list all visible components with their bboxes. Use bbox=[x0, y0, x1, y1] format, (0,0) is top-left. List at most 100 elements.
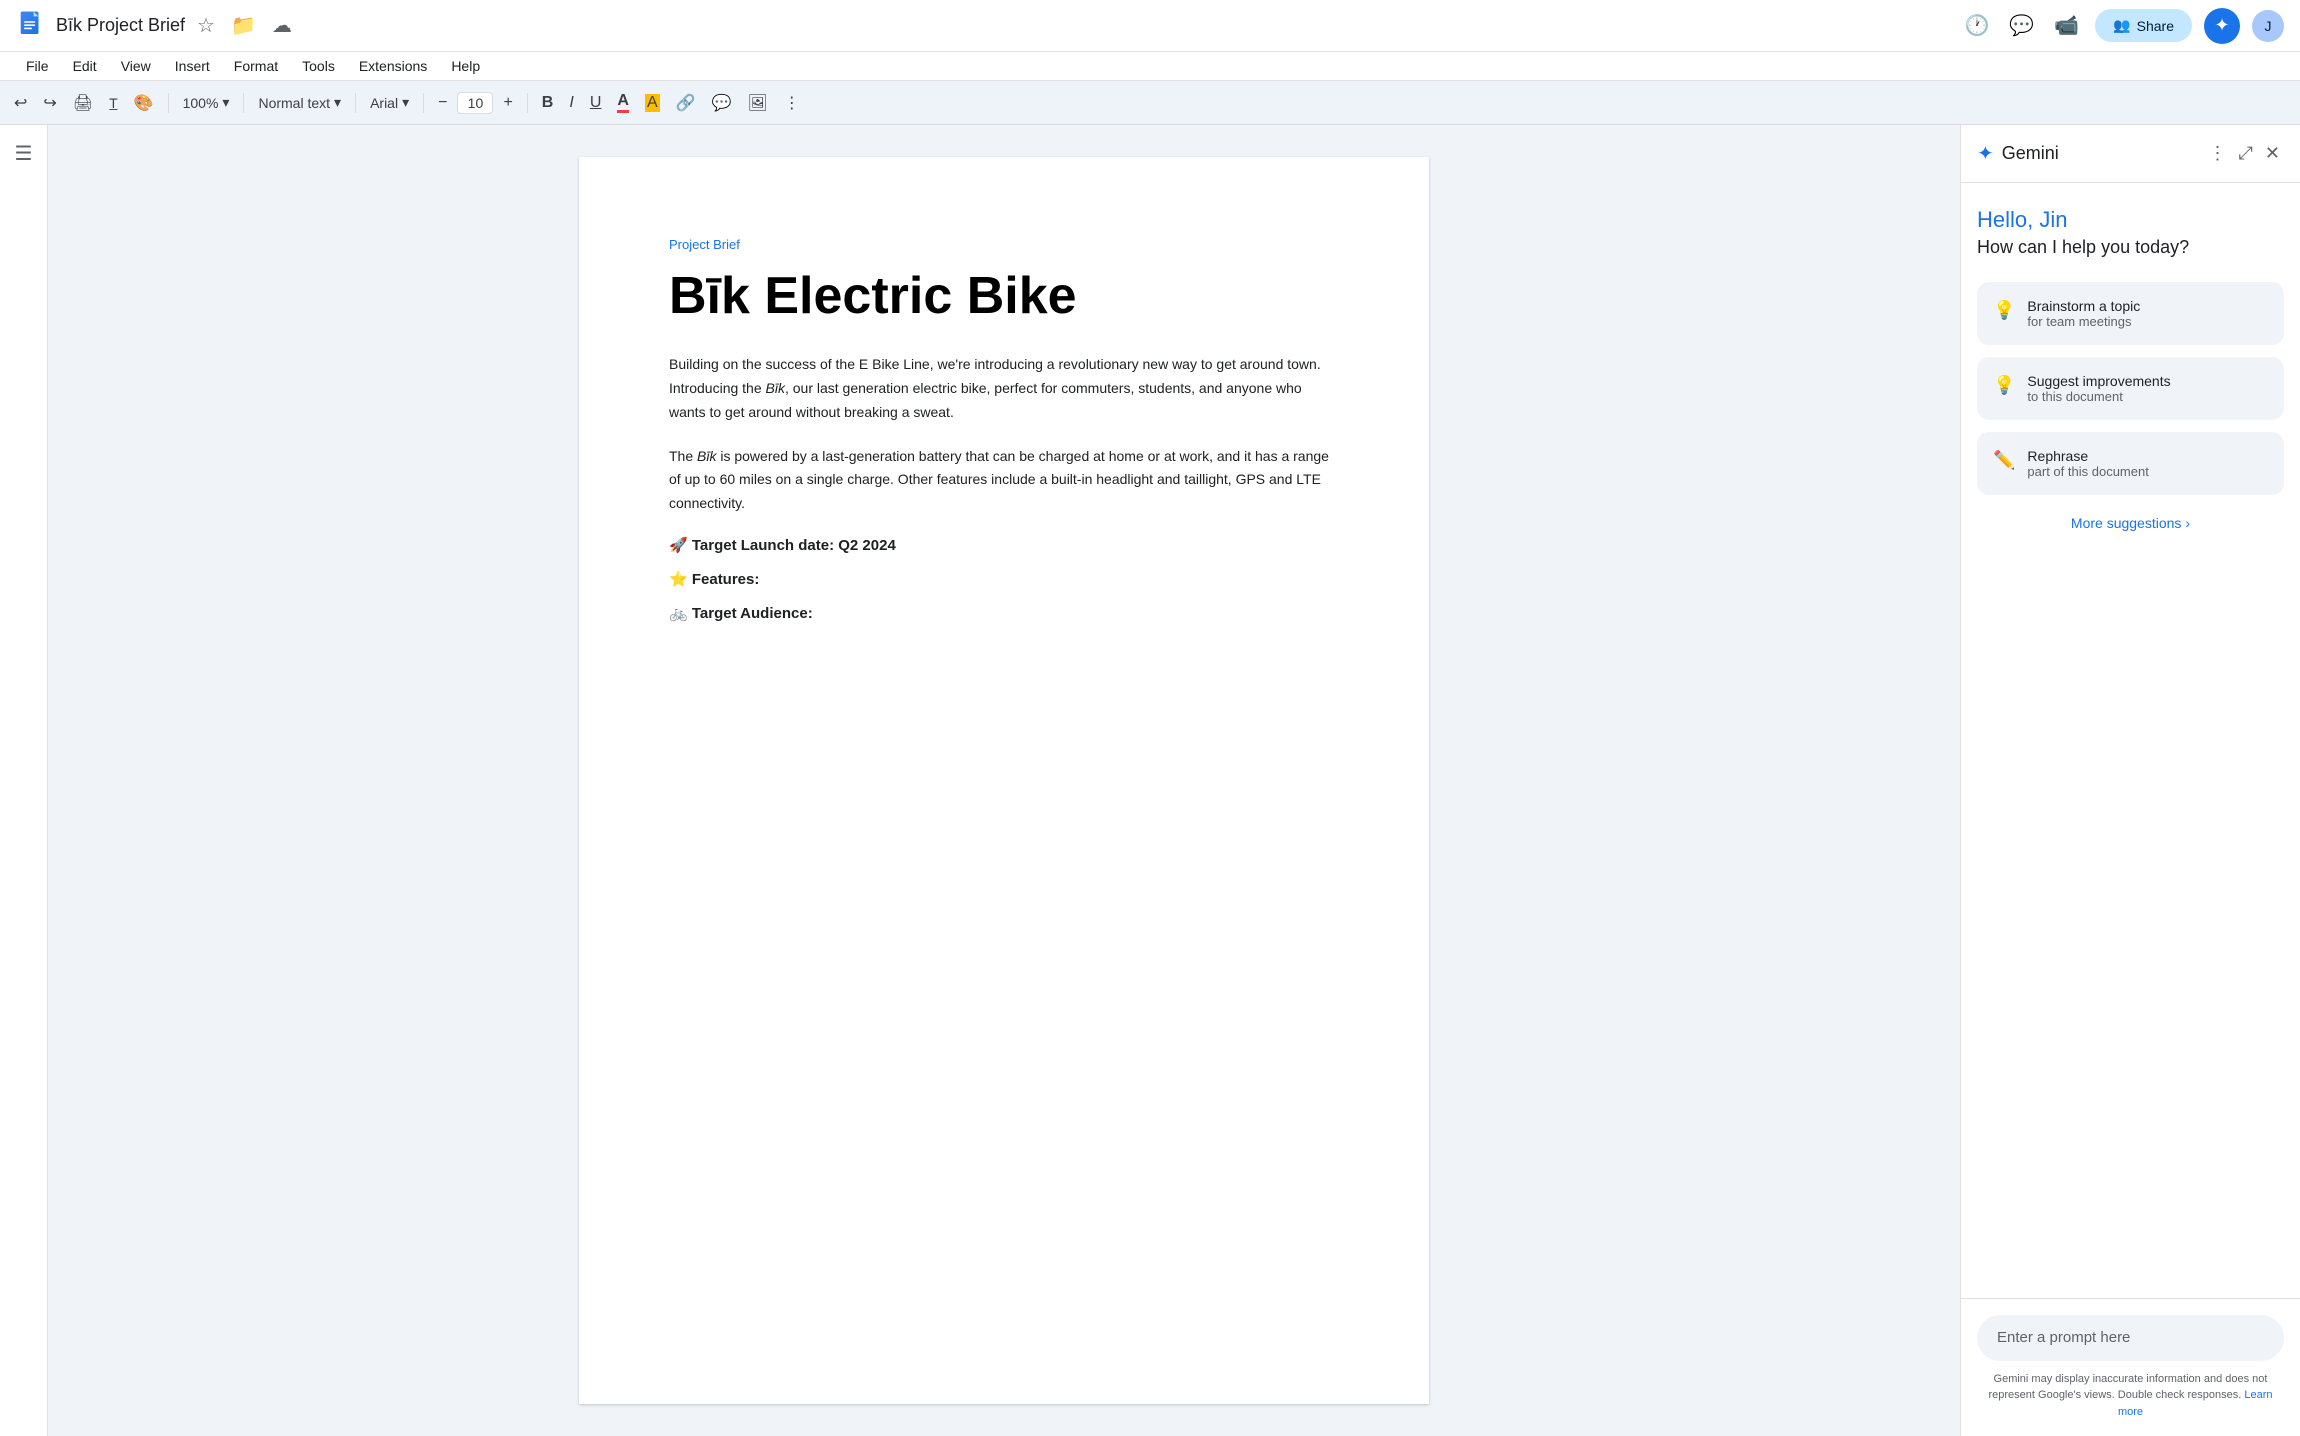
style-arrow: ▾ bbox=[334, 94, 341, 111]
gemini-more-button[interactable]: ⋮ bbox=[2205, 139, 2231, 168]
gemini-subtitle: How can I help you today? bbox=[1977, 237, 2284, 258]
comment-button[interactable]: 💬 bbox=[2005, 9, 2038, 42]
suggestion-brainstorm[interactable]: 💡 Brainstorm a topic for team meetings bbox=[1977, 282, 2284, 345]
document-title: Bīk Project Brief bbox=[56, 15, 185, 36]
menu-view[interactable]: View bbox=[111, 54, 161, 78]
menu-bar: File Edit View Insert Format Tools Exten… bbox=[0, 52, 2300, 81]
print-button[interactable]: 🖨 bbox=[67, 89, 99, 117]
gemini-title-group: ✦ Gemini bbox=[1977, 141, 2059, 166]
project-brief-label: Project Brief bbox=[669, 237, 1339, 252]
gemini-input-area: Enter a prompt here Gemini may display i… bbox=[1961, 1298, 2300, 1436]
more-suggestions-button[interactable]: More suggestions › bbox=[1977, 507, 2284, 539]
menu-tools[interactable]: Tools bbox=[292, 54, 345, 78]
gemini-logo-icon: ✦ bbox=[1977, 141, 1994, 166]
brainstorm-sub: for team meetings bbox=[2027, 314, 2140, 329]
gemini-panel-title: Gemini bbox=[2002, 143, 2059, 164]
font-arrow: ▾ bbox=[402, 94, 409, 111]
outline-toggle[interactable]: ☰ bbox=[15, 141, 33, 166]
more-suggestions-arrow: › bbox=[2185, 515, 2190, 531]
gemini-header-actions: ⋮ ⤢ ✕ bbox=[2205, 139, 2285, 168]
menu-format[interactable]: Format bbox=[224, 54, 288, 78]
italic-button[interactable]: I bbox=[563, 90, 579, 116]
rephrase-main: Rephrase bbox=[2027, 448, 2148, 464]
avatar[interactable]: J bbox=[2252, 10, 2284, 42]
doc-paragraph-2: The Bīk is powered by a last-generation … bbox=[669, 445, 1339, 516]
bold-button[interactable]: B bbox=[536, 90, 560, 116]
cloud-button[interactable]: ☁ bbox=[268, 9, 296, 42]
font-select[interactable]: Arial ▾ bbox=[364, 91, 415, 114]
paint-format-button[interactable]: 🎨 bbox=[128, 89, 160, 117]
font-size-increase-button[interactable]: + bbox=[497, 90, 518, 116]
star-button[interactable]: ☆ bbox=[193, 9, 219, 42]
gemini-close-button[interactable]: ✕ bbox=[2261, 139, 2284, 168]
highlight-icon: A bbox=[645, 94, 660, 112]
brainstorm-icon: 💡 bbox=[1993, 300, 2015, 321]
doc-title-main: Bīk Electric Bike bbox=[669, 268, 1339, 325]
history-button[interactable]: 🕐 bbox=[1960, 9, 1993, 42]
gemini-greeting: Hello, Jin bbox=[1977, 207, 2284, 233]
font-size-display[interactable]: 10 bbox=[457, 92, 493, 114]
font-size-decrease-button[interactable]: − bbox=[432, 90, 453, 116]
gemini-button[interactable]: ✦ bbox=[2204, 8, 2240, 44]
separator-3 bbox=[355, 93, 356, 113]
brainstorm-main: Brainstorm a topic bbox=[2027, 298, 2140, 314]
image-button[interactable]: 🖼 bbox=[741, 89, 773, 117]
underline-button[interactable]: U bbox=[584, 90, 608, 116]
menu-extensions[interactable]: Extensions bbox=[349, 54, 437, 78]
zoom-arrow: ▾ bbox=[222, 94, 229, 111]
gemini-input-box[interactable]: Enter a prompt here bbox=[1977, 1315, 2284, 1361]
doc-area: Project Brief Bīk Electric Bike Building… bbox=[48, 125, 1960, 1436]
more-button[interactable]: ⋮ bbox=[778, 89, 806, 117]
suggestion-rephrase[interactable]: ✏️ Rephrase part of this document bbox=[1977, 432, 2284, 495]
share-icon: 👥 bbox=[2113, 17, 2130, 34]
undo-button[interactable]: ↩ bbox=[8, 89, 33, 117]
comment-button[interactable]: 💬 bbox=[706, 89, 738, 117]
audience-section: 🚲 Target Audience: bbox=[669, 604, 1339, 622]
doc-page: Project Brief Bīk Electric Bike Building… bbox=[579, 157, 1429, 1404]
share-label: Share bbox=[2137, 18, 2174, 34]
gemini-expand-button[interactable]: ⤢ bbox=[2235, 139, 2257, 168]
style-value: Normal text bbox=[258, 95, 330, 111]
redo-button[interactable]: ↪ bbox=[37, 89, 62, 117]
gemini-disclaimer: Gemini may display inaccurate informatio… bbox=[1977, 1371, 2284, 1421]
docs-icon bbox=[16, 10, 48, 42]
title-bar-right: 🕐 💬 📹 👥 Share ✦ J bbox=[1960, 8, 2284, 44]
gemini-header: ✦ Gemini ⋮ ⤢ ✕ bbox=[1961, 125, 2300, 183]
menu-file[interactable]: File bbox=[16, 54, 59, 78]
link-button[interactable]: 🔗 bbox=[670, 89, 702, 117]
more-suggestions-label: More suggestions bbox=[2071, 515, 2182, 531]
menu-help[interactable]: Help bbox=[441, 54, 490, 78]
separator-4 bbox=[423, 93, 424, 113]
highlight-button[interactable]: A bbox=[639, 90, 666, 116]
gemini-disclaimer-text: Gemini may display inaccurate informatio… bbox=[1989, 1373, 2268, 1402]
main-area: ☰ Project Brief Bīk Electric Bike Buildi… bbox=[0, 125, 2300, 1436]
video-button[interactable]: 📹 bbox=[2050, 9, 2083, 42]
rephrase-text: Rephrase part of this document bbox=[2027, 448, 2148, 479]
left-sidebar: ☰ bbox=[0, 125, 48, 1436]
title-bar-left: Bīk Project Brief ☆ 📁 ☁ bbox=[16, 9, 1952, 42]
text-color-icon: A bbox=[617, 92, 629, 113]
brainstorm-text: Brainstorm a topic for team meetings bbox=[2027, 298, 2140, 329]
suggestion-improve[interactable]: 💡 Suggest improvements to this document bbox=[1977, 357, 2284, 420]
text-color-button[interactable]: A bbox=[611, 88, 635, 117]
spellcheck-button[interactable]: T̲ bbox=[103, 91, 124, 115]
zoom-select[interactable]: 100% ▾ bbox=[177, 91, 236, 114]
improve-text: Suggest improvements to this document bbox=[2027, 373, 2170, 404]
improve-main: Suggest improvements bbox=[2027, 373, 2170, 389]
share-button[interactable]: 👥 Share bbox=[2095, 9, 2192, 42]
gemini-star-icon: ✦ bbox=[2214, 15, 2229, 36]
separator-5 bbox=[527, 93, 528, 113]
gemini-body: Hello, Jin How can I help you today? 💡 B… bbox=[1961, 183, 2300, 1298]
improve-icon: 💡 bbox=[1993, 375, 2015, 396]
rephrase-sub: part of this document bbox=[2027, 464, 2148, 479]
avatar-initial: J bbox=[2265, 18, 2272, 34]
toolbar: ↩ ↪ 🖨 T̲ 🎨 100% ▾ Normal text ▾ Arial ▾ … bbox=[0, 81, 2300, 125]
folder-button[interactable]: 📁 bbox=[227, 9, 260, 42]
improve-sub: to this document bbox=[2027, 389, 2170, 404]
menu-edit[interactable]: Edit bbox=[63, 54, 107, 78]
separator-1 bbox=[168, 93, 169, 113]
rephrase-icon: ✏️ bbox=[1993, 450, 2015, 471]
menu-insert[interactable]: Insert bbox=[165, 54, 220, 78]
launch-date-section: 🚀 Target Launch date: Q2 2024 bbox=[669, 536, 1339, 554]
style-select[interactable]: Normal text ▾ bbox=[252, 91, 347, 114]
